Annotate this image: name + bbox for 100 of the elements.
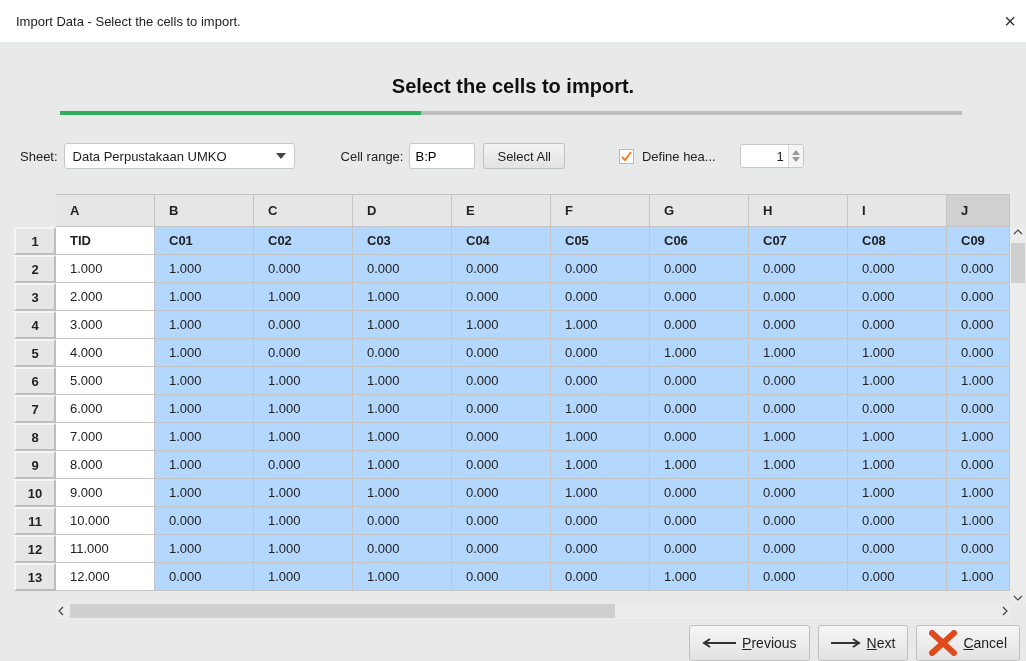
table-cell: 2.000 [56, 283, 155, 312]
table-cell: 0.000 [551, 507, 650, 536]
column-header[interactable]: G [650, 194, 749, 228]
table-cell: 1.000 [254, 395, 353, 424]
vertical-scrollbar[interactable] [1010, 227, 1026, 604]
table-cell: 1.000 [254, 507, 353, 536]
table-cell: 0.000 [551, 535, 650, 564]
table-cell: 0.000 [848, 283, 947, 312]
table-cell: 12.000 [56, 563, 155, 592]
table-cell: 0.000 [749, 535, 848, 564]
table-cell: 1.000 [155, 339, 254, 368]
cancel-button[interactable]: Cancel [916, 625, 1020, 661]
table-cell: 0.000 [452, 423, 551, 452]
table-cell: 0.000 [452, 339, 551, 368]
table-cell: 1.000 [353, 563, 452, 592]
table-cell: 1.000 [848, 423, 947, 452]
previous-button[interactable]: Previous [689, 625, 810, 661]
scroll-right-icon[interactable] [1000, 606, 1010, 617]
table-cell: 0.000 [947, 339, 1010, 368]
column-header[interactable]: F [551, 194, 650, 228]
table-cell: C03 [353, 227, 452, 256]
spin-down-icon[interactable] [791, 157, 800, 163]
table-cell: 11.000 [56, 535, 155, 564]
table-cell: 1.000 [947, 423, 1010, 452]
spin-up-icon[interactable] [791, 150, 800, 156]
table-cell: 0.000 [848, 311, 947, 340]
table-cell: 0.000 [353, 339, 452, 368]
step-heading: Select the cells to import. [390, 74, 636, 98]
close-button[interactable]: × [1002, 9, 1018, 33]
cell-range-label: Cell range: [340, 148, 404, 164]
row-number[interactable]: 3 [14, 283, 56, 312]
row-number[interactable]: 1 [14, 227, 56, 256]
row-number[interactable]: 10 [14, 479, 56, 508]
table-cell: 1.000 [155, 423, 254, 452]
scroll-thumb[interactable] [70, 604, 615, 619]
table-cell: 0.000 [650, 367, 749, 396]
column-header[interactable]: I [848, 194, 947, 228]
table-cell: 1.000 [155, 395, 254, 424]
scroll-left-icon[interactable] [56, 606, 66, 617]
column-header[interactable]: D [353, 194, 452, 228]
header-rows-spinner[interactable]: 1 [739, 144, 804, 169]
row-number[interactable]: 6 [14, 367, 56, 396]
column-header[interactable]: E [452, 194, 551, 228]
row-number[interactable]: 7 [14, 395, 56, 424]
table-cell: 0.000 [848, 563, 947, 592]
column-header[interactable]: A [56, 194, 155, 228]
horizontal-scrollbar[interactable] [56, 603, 1010, 619]
column-header[interactable]: B [155, 194, 254, 228]
table-cell: 0.000 [254, 451, 353, 480]
row-number[interactable]: 5 [14, 339, 56, 368]
sheet-label: Sheet: [20, 148, 58, 164]
table-cell: 1.000 [848, 367, 947, 396]
table-cell: 1.000 [749, 339, 848, 368]
row-number[interactable]: 4 [14, 311, 56, 340]
row-number[interactable]: 9 [14, 451, 56, 480]
table-cell: 1.000 [551, 479, 650, 508]
sheet-dropdown[interactable]: Data Perpustakaan UMKO [63, 143, 295, 170]
table-cell: 0.000 [155, 507, 254, 536]
column-header[interactable]: J [947, 194, 1010, 228]
table-cell: 0.000 [749, 479, 848, 508]
table-cell: 1.000 [353, 451, 452, 480]
table-cell: 1.000 [155, 535, 254, 564]
row-number[interactable]: 8 [14, 423, 56, 452]
column-header[interactable]: H [749, 194, 848, 228]
row-number[interactable]: 13 [14, 563, 56, 592]
scroll-thumb[interactable] [1011, 243, 1025, 284]
table-cell: C04 [452, 227, 551, 256]
table-cell: 3.000 [56, 311, 155, 340]
cell-range-field[interactable]: B:P [409, 143, 476, 170]
table-cell: 0.000 [749, 563, 848, 592]
table-cell: 0.000 [650, 535, 749, 564]
table-cell: 0.000 [551, 563, 650, 592]
table-cell: C02 [254, 227, 353, 256]
row-number[interactable]: 12 [14, 535, 56, 564]
table-cell: 0.000 [749, 395, 848, 424]
table-cell: 0.000 [254, 255, 353, 284]
table-cell: 0.000 [650, 283, 749, 312]
table-cell: 0.000 [848, 535, 947, 564]
table-cell: C09 [947, 227, 1010, 256]
table-cell: 1.000 [452, 311, 551, 340]
table-cell: 1.000 [848, 339, 947, 368]
dropdown-caret-icon [275, 153, 286, 160]
table-cell: 0.000 [749, 367, 848, 396]
column-header[interactable]: C [254, 194, 353, 228]
table-cell: 1.000 [650, 451, 749, 480]
table-cell: 9.000 [56, 479, 155, 508]
table-cell: 1.000 [353, 423, 452, 452]
table-cell: 0.000 [947, 395, 1010, 424]
row-number[interactable]: 11 [14, 507, 56, 536]
row-number[interactable]: 2 [14, 255, 56, 284]
next-button[interactable]: Next [817, 625, 909, 661]
table-cell: 0.000 [551, 255, 650, 284]
select-all-button[interactable]: Select All [483, 143, 565, 170]
table-cell: 0.000 [947, 535, 1010, 564]
table-cell: 0.000 [749, 507, 848, 536]
table-cell: 1.000 [155, 451, 254, 480]
define-header-checkbox[interactable] [618, 148, 634, 164]
table-cell: 1.000 [848, 451, 947, 480]
table-cell: 1.000 [254, 423, 353, 452]
table-cell: 1.000 [947, 479, 1010, 508]
